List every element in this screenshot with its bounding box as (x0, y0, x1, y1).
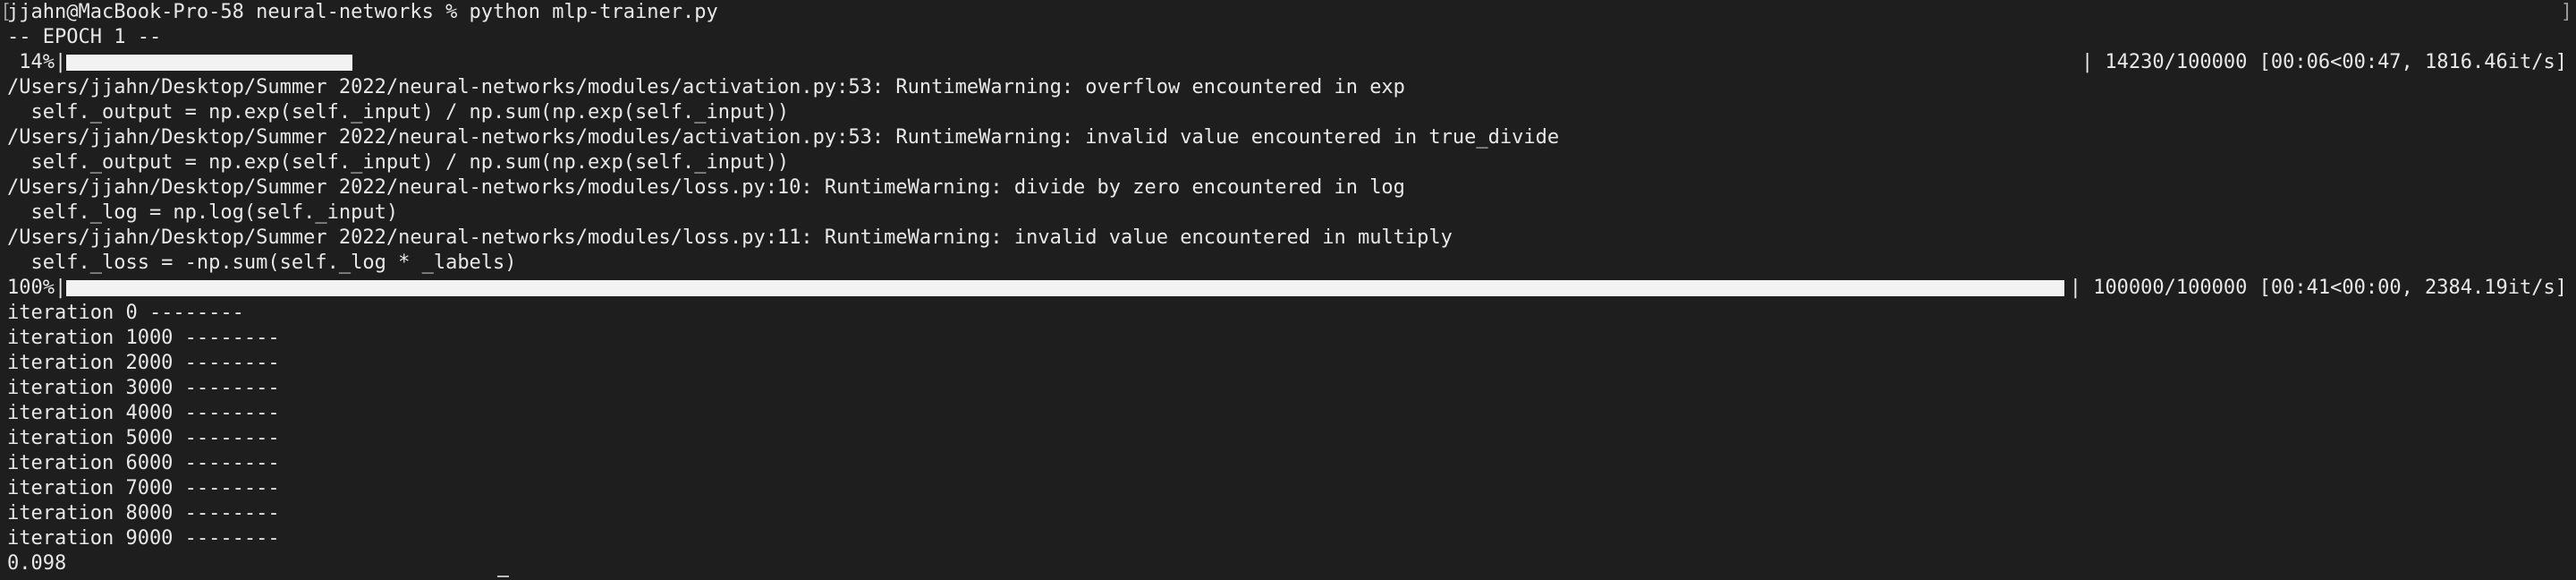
iteration-log-line: iteration 4000 -------- (7, 402, 280, 424)
iteration-log-line: iteration 9000 -------- (7, 527, 280, 550)
warning-source-line: self._loss = -np.sum(self._log * _labels… (7, 252, 517, 274)
warning-source-line: self._output = np.exp(self._input) / np.… (7, 151, 790, 174)
progress-bar-epoch-partial: 14%| | 14230/100000 [00:06<00:47, 1816.4… (7, 50, 2567, 75)
iteration-log-line: iteration 1000 -------- (7, 327, 280, 349)
warning-line: /Users/jjahn/Desktop/Summer 2022/neural-… (7, 226, 1453, 249)
iteration-log-line: iteration 2000 -------- (7, 352, 280, 374)
iteration-log-line: iteration 3000 -------- (7, 377, 280, 399)
warning-line: /Users/jjahn/Desktop/Summer 2022/neural-… (7, 76, 1405, 98)
progress-bar-epoch-complete: 100%| | 100000/100000 [00:41<00:00, 2384… (7, 276, 2567, 301)
iteration-log-line: iteration 5000 -------- (7, 427, 280, 449)
iteration-log-line: iteration 7000 -------- (7, 477, 280, 499)
text-cursor (497, 576, 509, 577)
progress-stats: | 100000/100000 [00:41<00:00, 2384.19it/… (2069, 277, 2567, 299)
warning-line: /Users/jjahn/Desktop/Summer 2022/neural-… (7, 126, 1560, 149)
progress-track (66, 50, 2076, 75)
progress-stats: | 14230/100000 [00:06<00:47, 1816.46it/s… (2080, 51, 2567, 73)
iteration-log-line: iteration 8000 -------- (7, 502, 280, 525)
progress-percent-label: 14%| (7, 51, 67, 73)
warning-source-line: self._log = np.log(self._input) (7, 201, 399, 224)
epoch-header: -- EPOCH 1 -- (7, 26, 162, 48)
progress-fill (66, 55, 352, 71)
command-prompt-line: jjahn@MacBook-Pro-58 neural-networks % p… (7, 1, 718, 23)
warning-line: /Users/jjahn/Desktop/Summer 2022/neural-… (7, 176, 1405, 199)
warning-source-line: self._output = np.exp(self._input) / np.… (7, 101, 790, 124)
progress-track (66, 276, 2064, 301)
progress-fill (66, 280, 2064, 296)
terminal-output: jjahn@MacBook-Pro-58 neural-networks % p… (7, 0, 2567, 576)
terminal-window[interactable]: [ ] jjahn@MacBook-Pro-58 neural-networks… (0, 0, 2576, 580)
iteration-log-line: iteration 0 -------- (7, 302, 244, 324)
iteration-log-line: iteration 6000 -------- (7, 452, 280, 474)
result-output: 0.098 (7, 552, 67, 575)
progress-percent-label: 100%| (7, 277, 67, 299)
